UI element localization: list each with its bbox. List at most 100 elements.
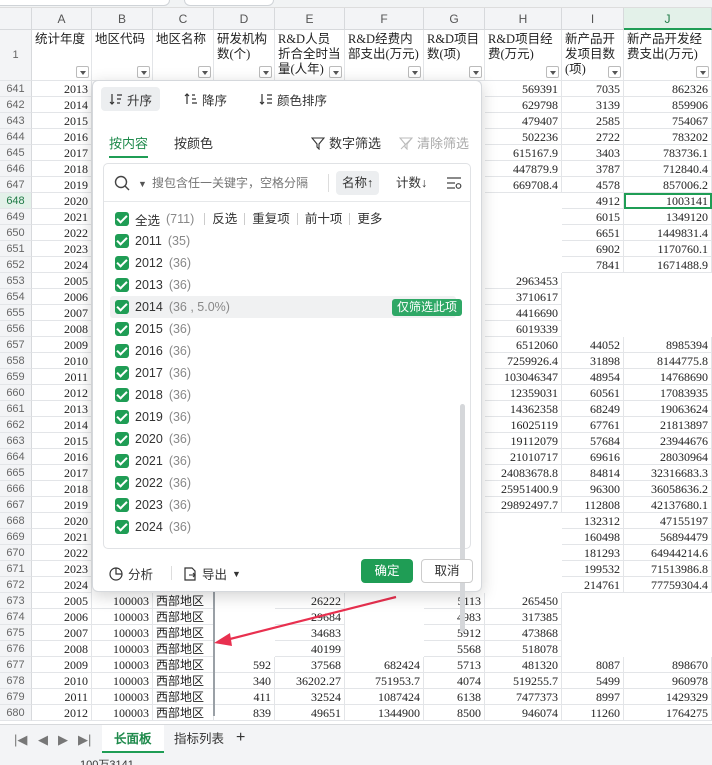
header-cell-f[interactable]: R&D经费内部支出(万元) bbox=[345, 30, 424, 81]
table-cell[interactable]: 340 bbox=[214, 673, 275, 689]
table-cell[interactable]: 6019339 bbox=[485, 321, 562, 337]
item-checkbox[interactable] bbox=[115, 278, 129, 292]
table-cell[interactable]: 7841 bbox=[562, 257, 624, 273]
table-cell[interactable]: 5568 bbox=[424, 641, 485, 657]
table-cell[interactable]: 2007 bbox=[32, 305, 92, 321]
table-cell[interactable]: 21813897 bbox=[624, 417, 712, 433]
table-cell[interactable]: 14362358 bbox=[485, 401, 562, 417]
table-cell[interactable]: 31898 bbox=[562, 353, 624, 369]
table-cell[interactable]: 5912 bbox=[424, 625, 485, 641]
row-header[interactable]: 646 bbox=[0, 161, 32, 177]
item-checkbox[interactable] bbox=[115, 520, 129, 534]
table-cell[interactable]: 2024 bbox=[32, 577, 92, 593]
filter-dropdown-icon[interactable] bbox=[608, 66, 621, 78]
row-header[interactable]: 654 bbox=[0, 289, 32, 305]
row-header[interactable]: 645 bbox=[0, 145, 32, 161]
row-header[interactable]: 644 bbox=[0, 129, 32, 145]
column-header-e[interactable]: E bbox=[275, 8, 345, 30]
table-cell[interactable]: 2006 bbox=[32, 609, 92, 625]
table-cell[interactable]: 2015 bbox=[32, 113, 92, 129]
table-cell[interactable]: 36202.27 bbox=[275, 673, 345, 689]
table-cell[interactable]: 5113 bbox=[424, 593, 485, 609]
header-cell-i[interactable]: 新产品开发项目数(项) bbox=[562, 30, 624, 81]
row-header[interactable]: 655 bbox=[0, 305, 32, 321]
table-cell[interactable]: 946074 bbox=[485, 705, 562, 721]
table-cell[interactable]: 2019 bbox=[32, 177, 92, 193]
row-header[interactable]: 672 bbox=[0, 577, 32, 593]
table-cell[interactable]: 8500 bbox=[424, 705, 485, 721]
table-cell[interactable]: 84814 bbox=[562, 465, 624, 481]
filter-dropdown-icon[interactable] bbox=[408, 66, 421, 78]
table-cell[interactable]: 473868 bbox=[485, 625, 562, 641]
table-cell[interactable]: 2007 bbox=[32, 625, 92, 641]
table-cell[interactable]: 2021 bbox=[32, 529, 92, 545]
list-item[interactable]: 2011 (35) bbox=[110, 230, 456, 252]
table-cell[interactable]: 17083935 bbox=[624, 385, 712, 401]
table-cell[interactable]: 214761 bbox=[562, 577, 624, 593]
column-header-i[interactable]: I bbox=[562, 8, 624, 30]
row-header[interactable]: 650 bbox=[0, 225, 32, 241]
table-cell[interactable]: 1349120 bbox=[624, 209, 712, 225]
table-cell[interactable]: 160498 bbox=[562, 529, 624, 545]
column-header-g[interactable]: G bbox=[424, 8, 485, 30]
table-cell[interactable]: 2022 bbox=[32, 545, 92, 561]
table-cell[interactable]: 1344900 bbox=[345, 705, 424, 721]
filter-dropdown-icon[interactable] bbox=[546, 66, 559, 78]
item-checkbox[interactable] bbox=[115, 300, 129, 314]
row-header[interactable]: 647 bbox=[0, 177, 32, 193]
row-header[interactable]: 649 bbox=[0, 209, 32, 225]
table-cell[interactable]: 265450 bbox=[485, 593, 562, 609]
list-item[interactable]: 2023 (36) bbox=[110, 494, 456, 516]
table-cell[interactable]: 2016 bbox=[32, 129, 92, 145]
table-cell[interactable]: 67761 bbox=[562, 417, 624, 433]
row-header[interactable]: 674 bbox=[0, 609, 32, 625]
table-cell[interactable]: 西部地区 bbox=[153, 705, 214, 721]
table-cell[interactable]: 12359031 bbox=[485, 385, 562, 401]
row-header[interactable]: 648 bbox=[0, 193, 32, 209]
table-cell[interactable]: 100003 bbox=[92, 689, 153, 705]
list-item[interactable]: 2022 (36) bbox=[110, 472, 456, 494]
table-cell[interactable]: 2014 bbox=[32, 97, 92, 113]
row-header[interactable]: 663 bbox=[0, 433, 32, 449]
table-cell[interactable]: 2020 bbox=[32, 513, 92, 529]
table-cell[interactable]: 783202 bbox=[624, 129, 712, 145]
table-cell[interactable]: 2022 bbox=[32, 225, 92, 241]
row-header[interactable]: 659 bbox=[0, 369, 32, 385]
table-cell[interactable]: 4983 bbox=[424, 609, 485, 625]
table-cell[interactable]: 519255.7 bbox=[485, 673, 562, 689]
table-cell[interactable]: 5713 bbox=[424, 657, 485, 673]
table-cell[interactable]: 1003141 bbox=[624, 193, 712, 209]
tab-by-color[interactable]: 按颜色 bbox=[174, 133, 213, 158]
column-header-a[interactable]: A bbox=[32, 8, 92, 30]
table-cell[interactable]: 481320 bbox=[485, 657, 562, 673]
list-item[interactable]: 2019 (36) bbox=[110, 406, 456, 428]
list-item[interactable]: 2024 (36) bbox=[110, 516, 456, 538]
row-header[interactable]: 671 bbox=[0, 561, 32, 577]
sort-ascending-button[interactable]: 升序 bbox=[101, 87, 161, 111]
filter-search-input[interactable] bbox=[152, 173, 322, 193]
column-header-h[interactable]: H bbox=[485, 8, 562, 30]
table-cell[interactable]: 14768690 bbox=[624, 369, 712, 385]
list-item[interactable]: 2016 (36) bbox=[110, 340, 456, 362]
header-cell-j[interactable]: 新产品开发经费支出(万元) bbox=[624, 30, 712, 81]
table-cell[interactable]: 2013 bbox=[32, 81, 92, 97]
chevron-down-icon[interactable]: ▼ bbox=[138, 179, 147, 189]
row-header[interactable]: 678 bbox=[0, 673, 32, 689]
filter-dropdown-icon[interactable] bbox=[469, 66, 482, 78]
table-cell[interactable]: 西部地区 bbox=[153, 609, 214, 625]
table-cell[interactable]: 518078 bbox=[485, 641, 562, 657]
table-cell[interactable]: 6512060 bbox=[485, 337, 562, 353]
table-cell[interactable]: 6138 bbox=[424, 689, 485, 705]
row-header[interactable]: 653 bbox=[0, 273, 32, 289]
table-cell[interactable]: 181293 bbox=[562, 545, 624, 561]
column-header-d[interactable]: D bbox=[214, 8, 275, 30]
row-header[interactable]: 666 bbox=[0, 481, 32, 497]
select-all-checkbox[interactable] bbox=[115, 212, 129, 226]
table-cell[interactable]: 2011 bbox=[32, 689, 92, 705]
add-sheet-icon[interactable]: + bbox=[236, 729, 245, 747]
filter-dropdown-icon[interactable] bbox=[259, 66, 272, 78]
table-cell[interactable]: 103046347 bbox=[485, 369, 562, 385]
table-cell[interactable]: 2012 bbox=[32, 705, 92, 721]
last-sheet-icon[interactable]: ▶| bbox=[78, 732, 91, 748]
table-cell[interactable]: 2017 bbox=[32, 465, 92, 481]
